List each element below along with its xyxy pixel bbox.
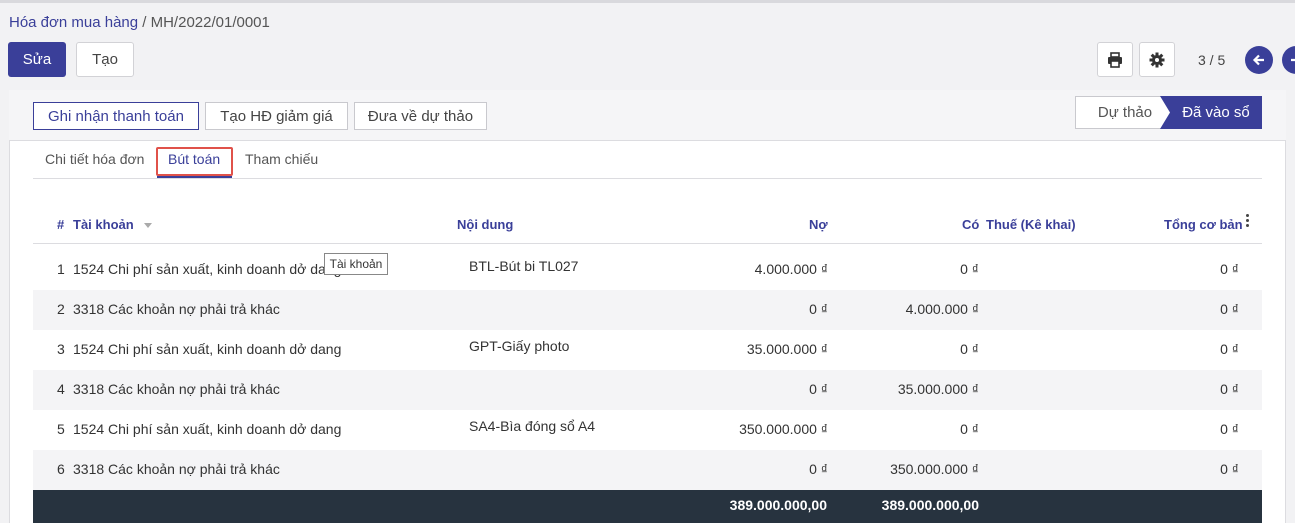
table-footer <box>33 490 1262 523</box>
row-credit: 350.000.000 ₫ <box>890 461 979 477</box>
row-index: 6 <box>57 461 65 477</box>
row-account: 1524 Chi phí sản xuất, kinh doanh dở dan… <box>73 261 342 277</box>
column-header-tax[interactable]: Thuế (Kê khai) <box>986 217 1076 232</box>
breadcrumb-parent[interactable]: Hóa đơn mua hàng <box>9 14 138 31</box>
arrow-left-icon <box>1252 54 1264 66</box>
row-account: 3318 Các khoản nợ phải trả khác <box>73 461 280 477</box>
next-record-button[interactable] <box>1282 46 1295 74</box>
tab-highlight-box <box>156 147 233 176</box>
row-balance: 0 ₫ <box>1220 461 1239 477</box>
total-debit: 389.000.000,00 <box>729 497 827 513</box>
tab-invoice-details[interactable]: Chi tiết hóa đơn <box>45 151 144 167</box>
total-credit: 389.000.000,00 <box>881 497 979 513</box>
row-account: 3318 Các khoản nợ phải trả khác <box>73 301 280 317</box>
row-credit: 35.000.000 ₫ <box>897 381 979 397</box>
column-header-index: # <box>57 217 65 232</box>
table-header <box>33 197 1262 244</box>
column-header-balance[interactable]: Tổng cơ bản <box>1164 217 1243 232</box>
row-account: 3318 Các khoản nợ phải trả khác <box>73 381 280 397</box>
breadcrumb: Hóa đơn mua hàng / MH/2022/01/0001 <box>9 14 270 31</box>
row-balance: 0 ₫ <box>1220 261 1239 277</box>
status-step-draft: Dự thảo <box>1075 96 1175 129</box>
row-balance: 0 ₫ <box>1220 381 1239 397</box>
gear-icon <box>1149 52 1165 67</box>
tab-references[interactable]: Tham chiếu <box>245 151 318 167</box>
row-balance: 0 ₫ <box>1220 341 1239 357</box>
active-tab-underline <box>157 176 232 178</box>
row-balance: 0 ₫ <box>1220 421 1239 437</box>
row-label: BTL-Bút bi TL027 <box>469 258 579 274</box>
row-debit: 0 ₫ <box>809 461 828 477</box>
column-header-account-label: Tài khoản <box>73 217 134 232</box>
row-balance: 0 ₫ <box>1220 301 1239 317</box>
column-header-credit[interactable]: Có <box>962 217 979 232</box>
create-button[interactable]: Tạo <box>76 42 134 77</box>
column-header-account[interactable]: Tài khoản <box>73 217 152 232</box>
print-icon <box>1108 51 1122 68</box>
row-debit: 35.000.000 ₫ <box>746 341 828 357</box>
row-account: 1524 Chi phí sản xuất, kinh doanh dở dan… <box>73 341 342 357</box>
previous-record-button[interactable] <box>1245 46 1273 74</box>
create-discount-button[interactable]: Tạo HĐ giảm giá <box>205 102 348 130</box>
reset-to-draft-button[interactable]: Đưa về dự thảo <box>354 102 487 130</box>
tooltip: Tài khoản <box>324 253 388 275</box>
column-options-icon[interactable] <box>1246 214 1250 230</box>
row-credit: 0 ₫ <box>960 421 979 437</box>
row-label: GPT-Giấy photo <box>469 338 570 354</box>
sort-caret-icon <box>143 223 152 229</box>
row-credit: 0 ₫ <box>960 341 979 357</box>
breadcrumb-current: MH/2022/01/0001 <box>150 14 270 31</box>
row-credit: 4.000.000 ₫ <box>905 301 979 317</box>
row-index: 5 <box>57 421 65 437</box>
pager-counter: 3 / 5 <box>1198 52 1226 68</box>
arrow-right-icon <box>1291 58 1295 62</box>
register-payment-button[interactable]: Ghi nhận thanh toán <box>33 102 199 130</box>
column-header-debit[interactable]: Nợ <box>809 217 828 232</box>
status-step-posted: Đã vào sổ <box>1160 96 1262 129</box>
print-button[interactable] <box>1097 42 1133 77</box>
settings-button[interactable] <box>1139 42 1175 77</box>
row-debit: 0 ₫ <box>809 301 828 317</box>
row-index: 1 <box>57 261 65 277</box>
row-account: 1524 Chi phí sản xuất, kinh doanh dở dan… <box>73 421 342 437</box>
edit-button[interactable]: Sửa <box>8 42 66 77</box>
row-index: 2 <box>57 301 65 317</box>
column-header-label[interactable]: Nội dung <box>457 217 513 232</box>
row-index: 3 <box>57 341 65 357</box>
row-label: SA4-Bìa đóng sổ A4 <box>469 418 596 434</box>
row-debit: 0 ₫ <box>809 381 828 397</box>
row-credit: 0 ₫ <box>960 261 979 277</box>
row-index: 4 <box>57 381 65 397</box>
row-debit: 350.000.000 ₫ <box>739 421 828 437</box>
breadcrumb-separator: / <box>142 14 147 31</box>
top-divider <box>0 0 1295 3</box>
row-debit: 4.000.000 ₫ <box>754 261 828 277</box>
